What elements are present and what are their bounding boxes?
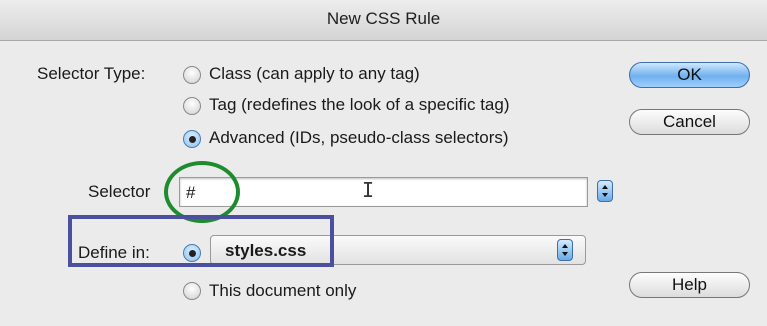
- radio-advanced-label[interactable]: Advanced (IDs, pseudo-class selectors): [209, 128, 509, 148]
- chevron-updown-icon: [557, 239, 573, 261]
- new-css-rule-dialog: Selector Type: Class (can apply to any t…: [0, 41, 767, 326]
- title-bar: New CSS Rule: [0, 0, 767, 41]
- radio-class-label[interactable]: Class (can apply to any tag): [209, 64, 420, 84]
- radio-advanced[interactable]: [183, 130, 201, 148]
- radio-tag-label[interactable]: Tag (redefines the look of a specific ta…: [209, 95, 510, 115]
- selector-label: Selector: [88, 182, 151, 201]
- cancel-button[interactable]: Cancel: [629, 109, 750, 135]
- selector-type-label: Selector Type:: [37, 64, 146, 83]
- text-cursor-icon: I: [362, 178, 375, 202]
- radio-this-document[interactable]: [183, 282, 201, 300]
- selector-history-stepper[interactable]: [597, 180, 613, 202]
- radio-this-document-label[interactable]: This document only: [209, 281, 356, 301]
- ok-button[interactable]: OK: [629, 62, 750, 88]
- radio-tag[interactable]: [183, 97, 201, 115]
- radio-class[interactable]: [183, 66, 201, 84]
- help-button[interactable]: Help: [629, 272, 750, 298]
- window-title: New CSS Rule: [326, 9, 441, 28]
- selector-input[interactable]: # I: [179, 177, 588, 207]
- highlight-rect-annotation: [68, 215, 334, 267]
- highlight-circle-annotation: [164, 161, 240, 223]
